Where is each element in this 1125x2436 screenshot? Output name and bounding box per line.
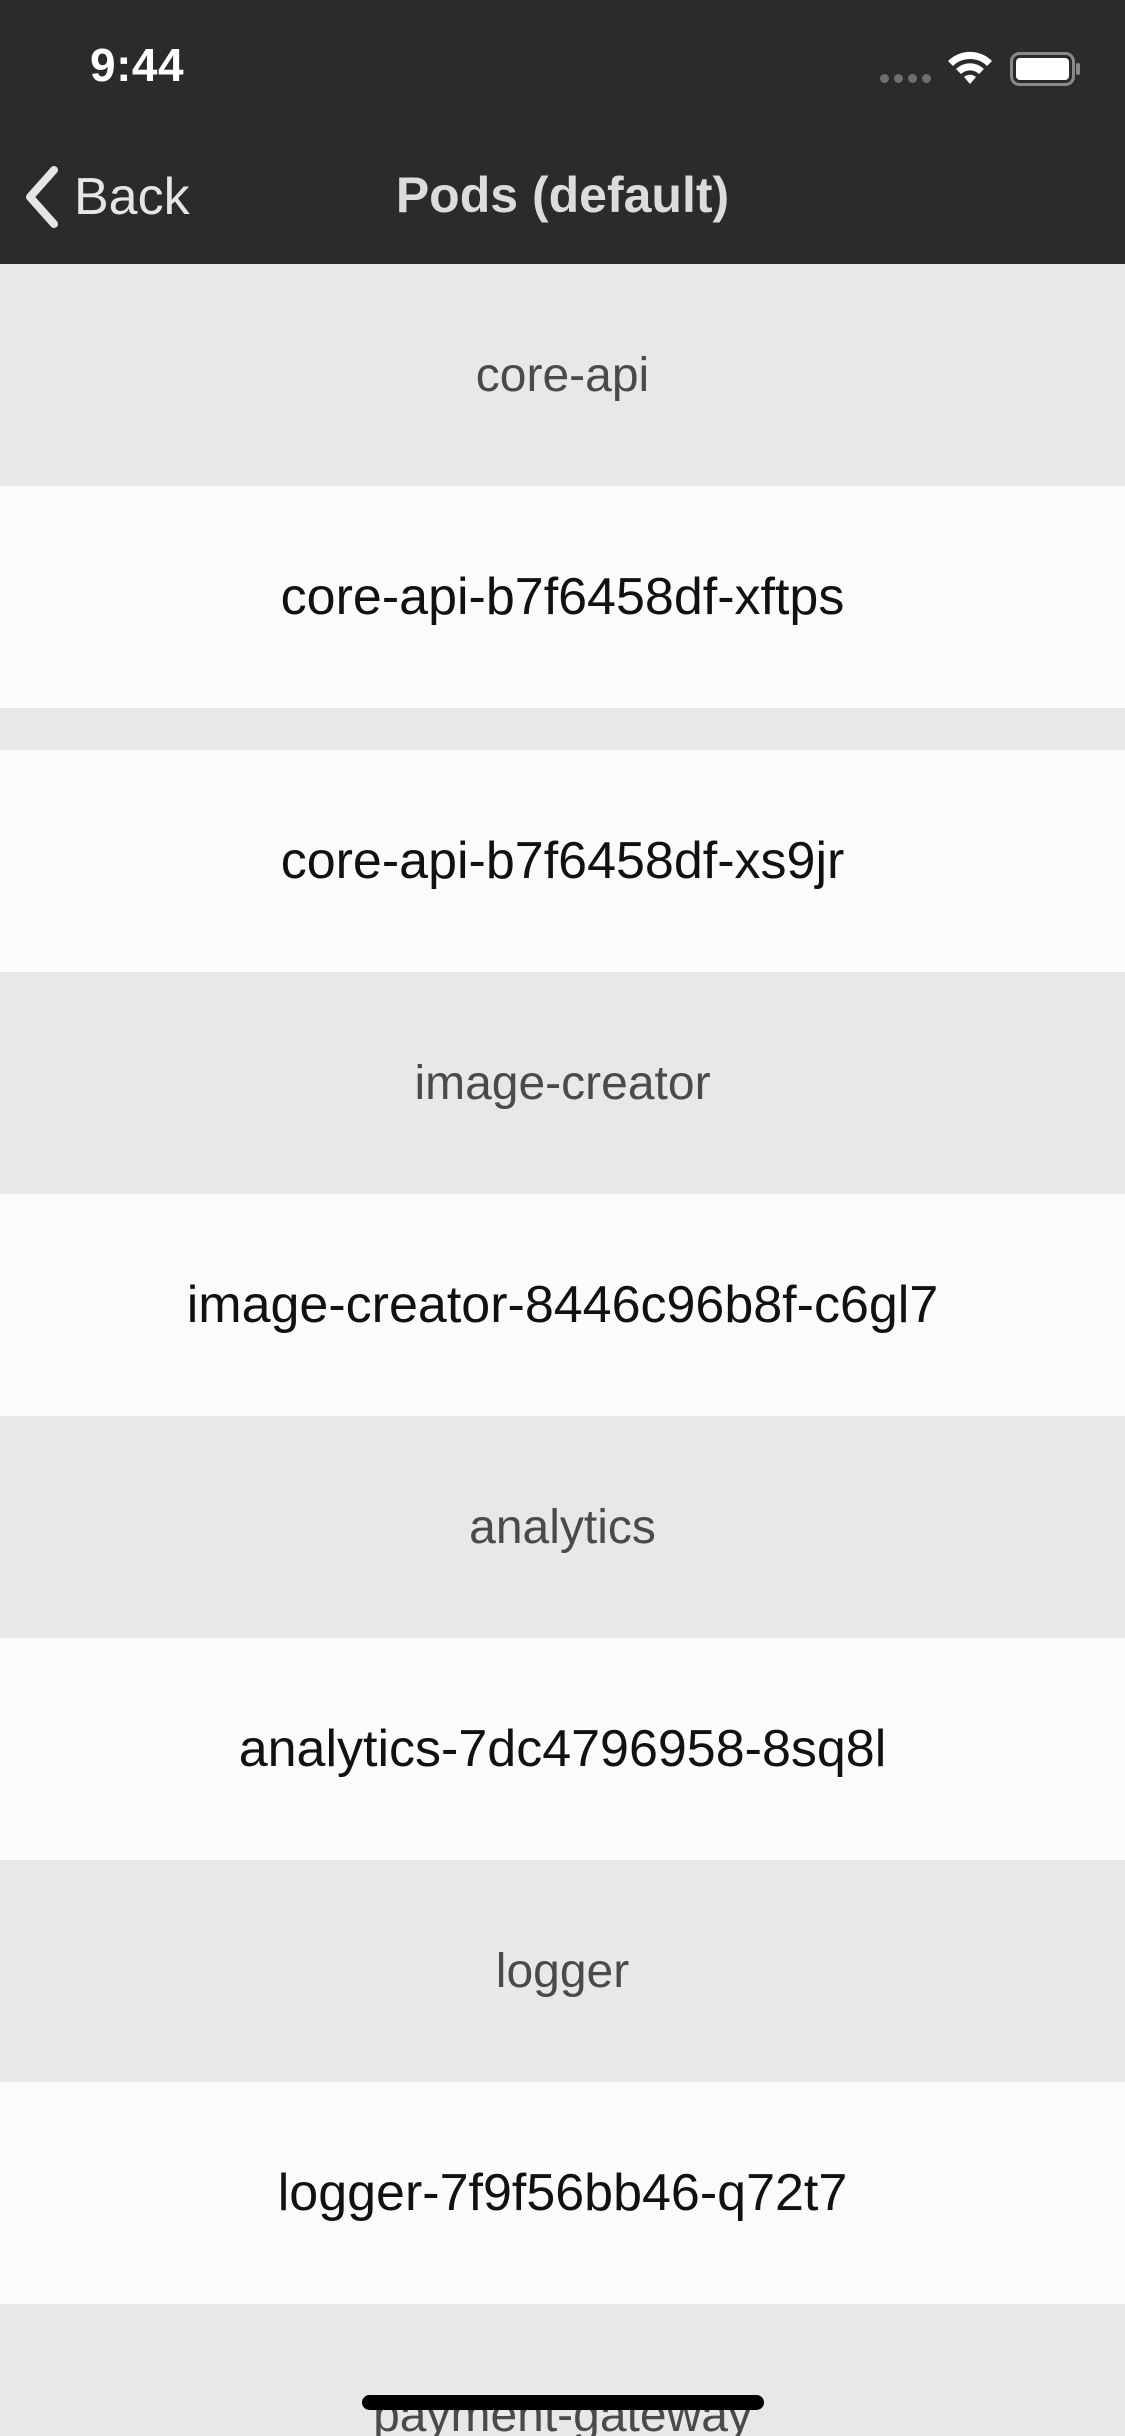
section-header-image-creator: image-creator <box>0 972 1125 1194</box>
navigation-bar: Back Pods (default) <box>0 132 1125 264</box>
top-bar: 9:44 Back Pods (default) <box>0 0 1125 264</box>
pod-row[interactable]: core-api-b7f6458df-xftps <box>0 486 1125 708</box>
pod-row[interactable]: analytics-7dc4796958-8sq8l <box>0 1638 1125 1860</box>
section-header-core-api: core-api <box>0 264 1125 486</box>
pod-row[interactable]: core-api-b7f6458df-xs9jr <box>0 750 1125 972</box>
chevron-left-icon <box>26 166 58 228</box>
screen: 9:44 Back Pods (default) core-api core-a… <box>0 0 1125 2436</box>
back-button[interactable]: Back <box>22 162 190 232</box>
wifi-icon <box>948 51 992 84</box>
pod-row[interactable]: image-creator-8446c96b8f-c6gl7 <box>0 1194 1125 1416</box>
pod-row[interactable]: logger-7f9f56bb46-q72t7 <box>0 2082 1125 2304</box>
home-indicator[interactable] <box>362 2395 764 2410</box>
row-separator <box>0 708 1125 750</box>
section-header-analytics: analytics <box>0 1416 1125 1638</box>
status-time: 9:44 <box>90 39 185 91</box>
cellular-signal-icon <box>880 74 934 84</box>
back-label: Back <box>74 168 190 226</box>
section-header-payment-gateway: payment-gateway <box>0 2304 1125 2436</box>
pod-list: core-api core-api-b7f6458df-xftps core-a… <box>0 264 1125 2436</box>
battery-icon <box>1010 52 1080 86</box>
section-header-logger: logger <box>0 1860 1125 2082</box>
